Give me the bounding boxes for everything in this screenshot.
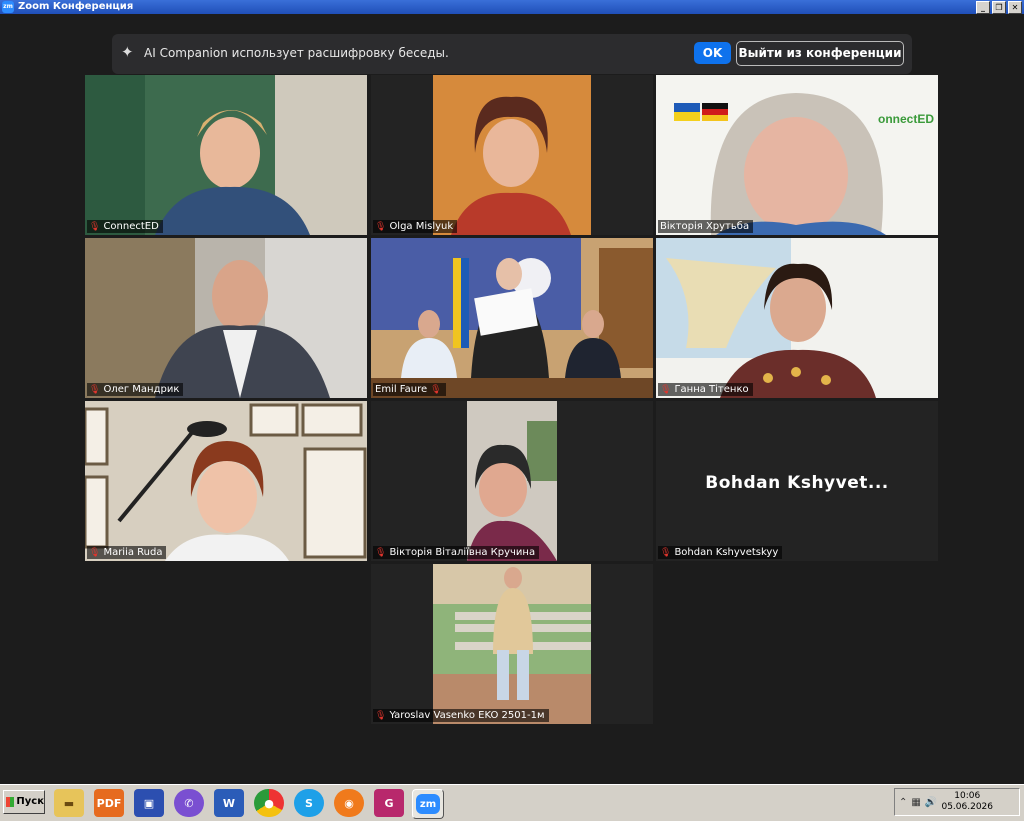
maximize-button[interactable]: ❐	[992, 1, 1006, 14]
participant-name: Ганна Тітенко	[674, 384, 749, 395]
window-title: Zoom Конференция	[18, 1, 134, 12]
participant-nameplate: Вікторія Хрутьба	[658, 220, 754, 233]
participant-video	[85, 401, 367, 561]
video-tile[interactable]: 🎙 ConnectED	[85, 75, 367, 235]
ai-companion-banner: ✦ AI Companion использует расшифровку бе…	[112, 34, 912, 74]
participant-name: Yaroslav Vasenko EKO 2501-1м	[389, 710, 545, 721]
video-tile[interactable]: 🎙 Вікторія Віталіївна Кручина	[371, 401, 653, 561]
participant-placeholder-name: Bohdan Kshyvet...	[705, 473, 889, 493]
chrome-icon[interactable]: ●	[254, 789, 284, 817]
mic-muted-icon: 🎙	[89, 547, 101, 558]
system-tray: ⌃▦🔊 10:06 05.06.2026	[894, 788, 1020, 816]
clock-time: 10:06	[954, 791, 981, 801]
zoom-logo-icon: zm	[416, 794, 440, 814]
video-tile[interactable]: 🎙 Yaroslav Vasenko EKO 2501-1м	[371, 564, 653, 724]
participant-video	[371, 564, 653, 724]
skype-icon[interactable]: S	[294, 789, 324, 817]
participant-video	[371, 238, 653, 398]
clock[interactable]: 10:06 05.06.2026	[941, 791, 993, 813]
participant-nameplate: 🎙 Bohdan Kshyvetskyy	[658, 546, 783, 559]
participant-video	[85, 75, 367, 235]
video-tile[interactable]: 🎙 Олег Мандрик	[85, 238, 367, 398]
participant-nameplate: 🎙 Mariia Ruda	[87, 546, 167, 559]
participant-name: Olga Mislyuk	[389, 221, 454, 232]
mic-muted-icon: 🎙	[660, 384, 672, 395]
taskbar: Пуск ▬ PDF ▣ ✆ W ● S ◉ G zm ⌃▦🔊 10:06 05…	[0, 784, 1024, 821]
windows-logo-icon	[6, 797, 15, 807]
zoom-app-icon: zm	[2, 1, 14, 13]
participant-video	[371, 75, 653, 235]
participant-name: Вікторія Хрутьба	[660, 221, 750, 232]
video-tile[interactable]: 🎙 Ганна Тітенко	[656, 238, 938, 398]
close-button[interactable]: ✕	[1008, 1, 1022, 14]
start-label: Пуск	[16, 796, 44, 807]
participant-nameplate: 🎙 Ганна Тітенко	[658, 383, 753, 396]
video-tile[interactable]: 🎙 Olga Mislyuk	[371, 75, 653, 235]
save-icon[interactable]: ▣	[134, 789, 164, 817]
participant-name: Bohdan Kshyvetskyy	[674, 547, 779, 558]
video-tile-no-video[interactable]: Bohdan Kshyvet... 🎙 Bohdan Kshyvetskyy	[656, 401, 938, 561]
banner-message: AI Companion использует расшифровку бесе…	[144, 46, 449, 60]
participant-video	[85, 238, 367, 398]
zoom-icon[interactable]: zm	[412, 789, 444, 819]
mic-muted-icon: 🎙	[89, 221, 101, 232]
pdf-editor-icon[interactable]: G	[374, 789, 404, 817]
leave-meeting-button[interactable]: Выйти из конференции	[736, 41, 904, 66]
participant-video	[656, 238, 938, 398]
mic-muted-icon: 🎙	[375, 710, 387, 721]
ok-button[interactable]: OK	[694, 42, 731, 64]
window-titlebar: zm Zoom Конференция _ ❐ ✕	[0, 0, 1024, 14]
participant-nameplate: 🎙 Вікторія Віталіївна Кручина	[373, 546, 540, 559]
participant-video: onnectED	[656, 75, 938, 235]
viber-icon[interactable]: ✆	[174, 789, 204, 817]
meeting-window: ✦ AI Companion использует расшифровку бе…	[0, 14, 1024, 784]
participant-nameplate: 🎙 Олег Мандрик	[87, 383, 184, 396]
mic-muted-icon: 🎙	[89, 384, 101, 395]
minimize-button[interactable]: _	[976, 1, 990, 14]
participant-nameplate: 🎙 ConnectED	[87, 220, 163, 233]
participant-name: Олег Мандрик	[103, 384, 180, 395]
participant-nameplate: Emil Faure 🎙	[373, 383, 446, 396]
word-icon[interactable]: W	[214, 789, 244, 817]
pdf-icon[interactable]: PDF	[94, 789, 124, 817]
participant-nameplate: 🎙 Yaroslav Vasenko EKO 2501-1м	[373, 709, 549, 722]
participant-name: Emil Faure	[375, 384, 428, 395]
start-button[interactable]: Пуск	[3, 790, 45, 814]
mic-muted-icon: 🎙	[660, 547, 672, 558]
video-tile-active-speaker[interactable]: onnectED Вікторія Хрутьба	[656, 75, 938, 235]
participant-name: Mariia Ruda	[103, 547, 163, 558]
folder-icon[interactable]: ▬	[54, 789, 84, 817]
tray-icons[interactable]: ⌃▦🔊	[899, 797, 941, 808]
clock-date: 05.06.2026	[941, 802, 993, 812]
participant-name: ConnectED	[103, 221, 159, 232]
mic-muted-icon: 🎙	[430, 384, 442, 395]
participant-nameplate: 🎙 Olga Mislyuk	[373, 220, 458, 233]
mic-muted-icon: 🎙	[375, 547, 387, 558]
participant-name: Вікторія Віталіївна Кручина	[389, 547, 536, 558]
video-tile[interactable]: Emil Faure 🎙	[371, 238, 653, 398]
participant-video	[371, 401, 653, 561]
sparkle-icon: ✦	[121, 43, 134, 61]
video-tile[interactable]: 🎙 Mariia Ruda	[85, 401, 367, 561]
firefox-icon[interactable]: ◉	[334, 789, 364, 817]
mic-muted-icon: 🎙	[375, 221, 387, 232]
svg-text:onnectED: onnectED	[878, 112, 934, 126]
